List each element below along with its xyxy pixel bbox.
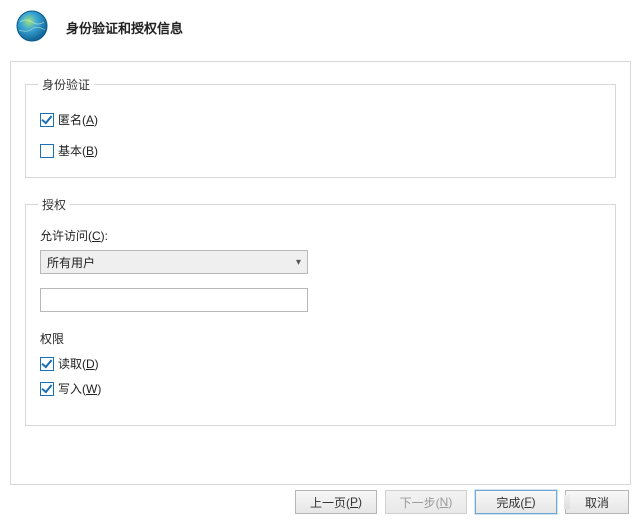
- write-checkbox-row[interactable]: 写入(W): [40, 380, 601, 397]
- read-label: 读取(D): [58, 355, 99, 372]
- write-label: 写入(W): [58, 380, 101, 397]
- basic-label: 基本(B): [58, 142, 98, 159]
- read-checkbox-row[interactable]: 读取(D): [40, 355, 601, 372]
- auth-group: 身份验证 匿名(A) 基本(B): [25, 76, 616, 178]
- allow-access-select[interactable]: 所有用户 ▾: [40, 250, 308, 274]
- finish-button[interactable]: 完成(F): [475, 490, 557, 514]
- auth-group-legend: 身份验证: [38, 76, 94, 93]
- prev-button[interactable]: 上一页(P): [295, 490, 377, 514]
- chevron-down-icon: ▾: [296, 257, 301, 268]
- permissions-label: 权限: [40, 330, 601, 347]
- write-checkbox[interactable]: [40, 382, 54, 396]
- cancel-button[interactable]: 取消: [565, 490, 629, 514]
- allow-access-value: 所有用户: [47, 254, 95, 271]
- allow-access-textbox[interactable]: [40, 288, 308, 312]
- basic-checkbox[interactable]: [40, 144, 54, 158]
- dialog-header: 身份验证和授权信息: [0, 0, 637, 61]
- anonymous-checkbox-row[interactable]: 匿名(A): [40, 111, 601, 128]
- content-area: 身份验证 匿名(A) 基本(B) 授权 允许访问(C): 所有用户 ▾ 权限: [10, 61, 631, 485]
- authz-group-legend: 授权: [38, 196, 70, 213]
- dialog-title: 身份验证和授权信息: [66, 18, 183, 37]
- authz-group: 授权 允许访问(C): 所有用户 ▾ 权限 读取(D) 写入(W): [25, 196, 616, 426]
- anonymous-checkbox[interactable]: [40, 113, 54, 127]
- read-checkbox[interactable]: [40, 357, 54, 371]
- next-button: 下一步(N): [385, 490, 467, 514]
- globe-icon: [14, 8, 50, 47]
- allow-access-label: 允许访问(C):: [40, 227, 601, 244]
- basic-checkbox-row[interactable]: 基本(B): [40, 142, 601, 159]
- wizard-button-bar: 上一页(P) 下一步(N) 完成(F) 取消: [295, 490, 629, 514]
- anonymous-label: 匿名(A): [58, 111, 98, 128]
